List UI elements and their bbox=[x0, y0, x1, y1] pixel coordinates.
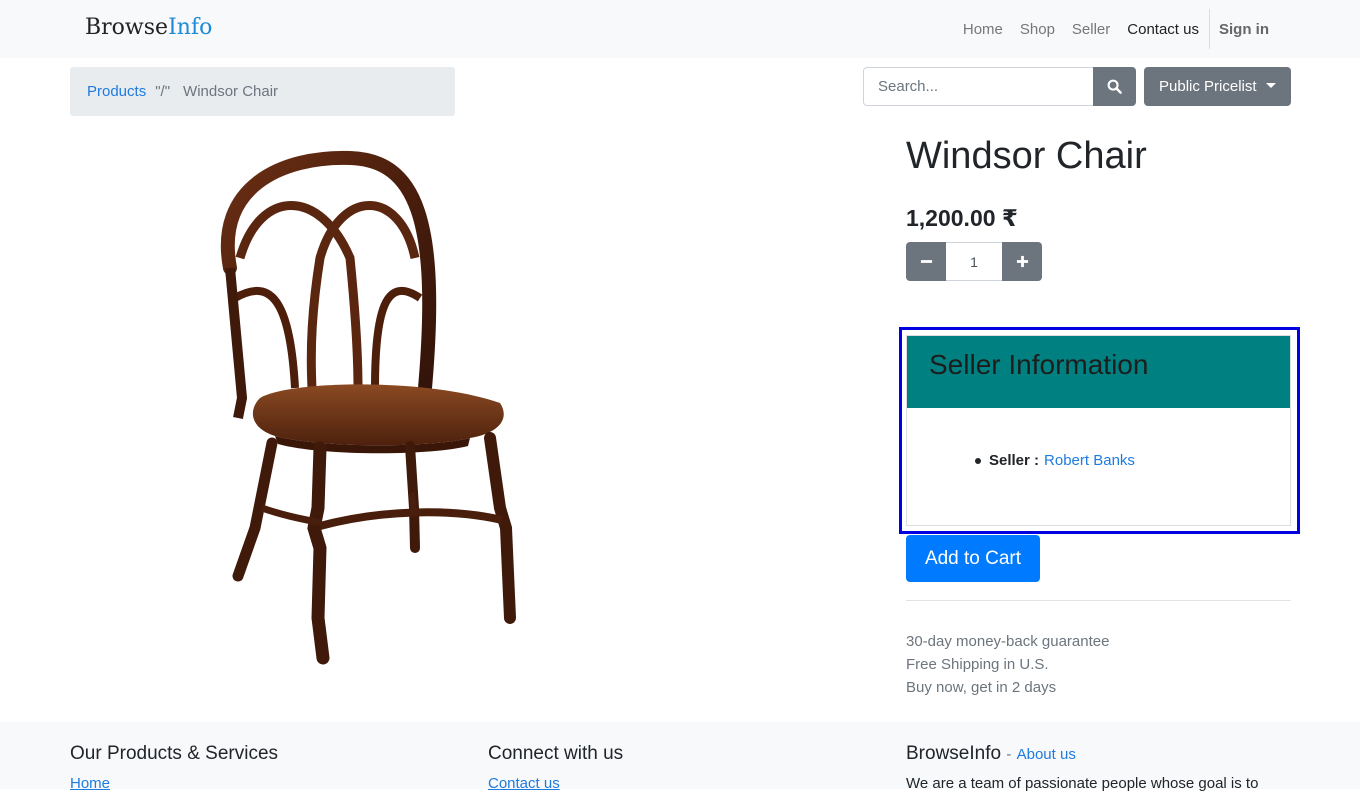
plus-icon bbox=[1016, 255, 1028, 268]
search-button[interactable] bbox=[1093, 67, 1136, 106]
footer-contact-link[interactable]: Contact us bbox=[488, 775, 560, 792]
footer-dash: - bbox=[1006, 746, 1012, 763]
seller-info-card: Seller Information Seller : Robert Banks bbox=[906, 335, 1291, 526]
feature-guarantee: 30-day money-back guarantee bbox=[906, 633, 1110, 650]
footer-connect-title: Connect with us bbox=[488, 743, 624, 764]
minus-icon bbox=[920, 260, 932, 263]
breadcrumb-current: Windsor Chair bbox=[183, 83, 279, 100]
nav-seller[interactable]: Seller bbox=[1072, 21, 1110, 38]
top-navbar: BrowseInfo Home Shop Seller Contact us S… bbox=[0, 0, 1360, 58]
breadcrumb: Products "/" Windsor Chair bbox=[70, 67, 455, 116]
feature-delivery: Buy now, get in 2 days bbox=[906, 679, 1057, 696]
nav-divider bbox=[1209, 9, 1210, 49]
list-bullet bbox=[975, 458, 981, 464]
pricelist-dropdown[interactable]: Public Pricelist bbox=[1144, 67, 1291, 106]
seller-info-header: Seller Information bbox=[907, 336, 1290, 408]
quantity-increase-button[interactable] bbox=[1002, 242, 1042, 281]
footer: Our Products & Services Home Connect wit… bbox=[0, 722, 1360, 792]
seller-info-title: Seller Information bbox=[929, 349, 1149, 380]
brand-text-browse: Browse bbox=[85, 15, 169, 40]
product-features: 30-day money-back guarantee Free Shippin… bbox=[906, 630, 1109, 699]
add-to-cart-button[interactable]: Add to Cart bbox=[906, 535, 1040, 582]
nav-contact-us[interactable]: Contact us bbox=[1127, 21, 1199, 38]
nav-shop[interactable]: Shop bbox=[1020, 21, 1055, 38]
footer-home-link[interactable]: Home bbox=[70, 775, 110, 792]
seller-label: Seller : bbox=[989, 452, 1040, 469]
breadcrumb-products-link[interactable]: Products bbox=[87, 83, 146, 100]
brand-logo[interactable]: BrowseInfo bbox=[85, 15, 212, 40]
nav-links: Home Shop Seller Contact us Sign in bbox=[946, 0, 1360, 58]
quantity-decrease-button[interactable] bbox=[906, 242, 946, 281]
footer-browseinfo-title: BrowseInfo - About us bbox=[906, 743, 1076, 765]
feature-shipping: Free Shipping in U.S. bbox=[906, 656, 1049, 673]
search-input[interactable] bbox=[863, 67, 1094, 106]
pricelist-label: Public Pricelist bbox=[1159, 78, 1257, 95]
footer-brand-name: BrowseInfo bbox=[906, 743, 1002, 764]
footer-about-link[interactable]: About us bbox=[1017, 746, 1076, 763]
product-title: Windsor Chair bbox=[906, 135, 1147, 177]
footer-products-title: Our Products & Services bbox=[70, 743, 279, 764]
sign-in-link[interactable]: Sign in bbox=[1219, 21, 1269, 38]
seller-name-link[interactable]: Robert Banks bbox=[1044, 452, 1135, 469]
seller-info-body: Seller : Robert Banks bbox=[907, 408, 1290, 469]
search-icon bbox=[1107, 79, 1122, 94]
breadcrumb-separator: "/" bbox=[155, 83, 171, 100]
nav-home[interactable]: Home bbox=[963, 21, 1003, 38]
footer-about-text: We are a team of passionate people whose… bbox=[906, 775, 1259, 792]
chevron-down-icon bbox=[1265, 82, 1276, 88]
divider bbox=[906, 600, 1291, 601]
product-price: 1,200.00 ₹ bbox=[906, 205, 1018, 231]
brand-text-info: Info bbox=[168, 15, 213, 40]
seller-row: Seller : Robert Banks bbox=[974, 452, 1290, 469]
quantity-input[interactable] bbox=[946, 242, 1002, 281]
product-image bbox=[221, 150, 516, 665]
